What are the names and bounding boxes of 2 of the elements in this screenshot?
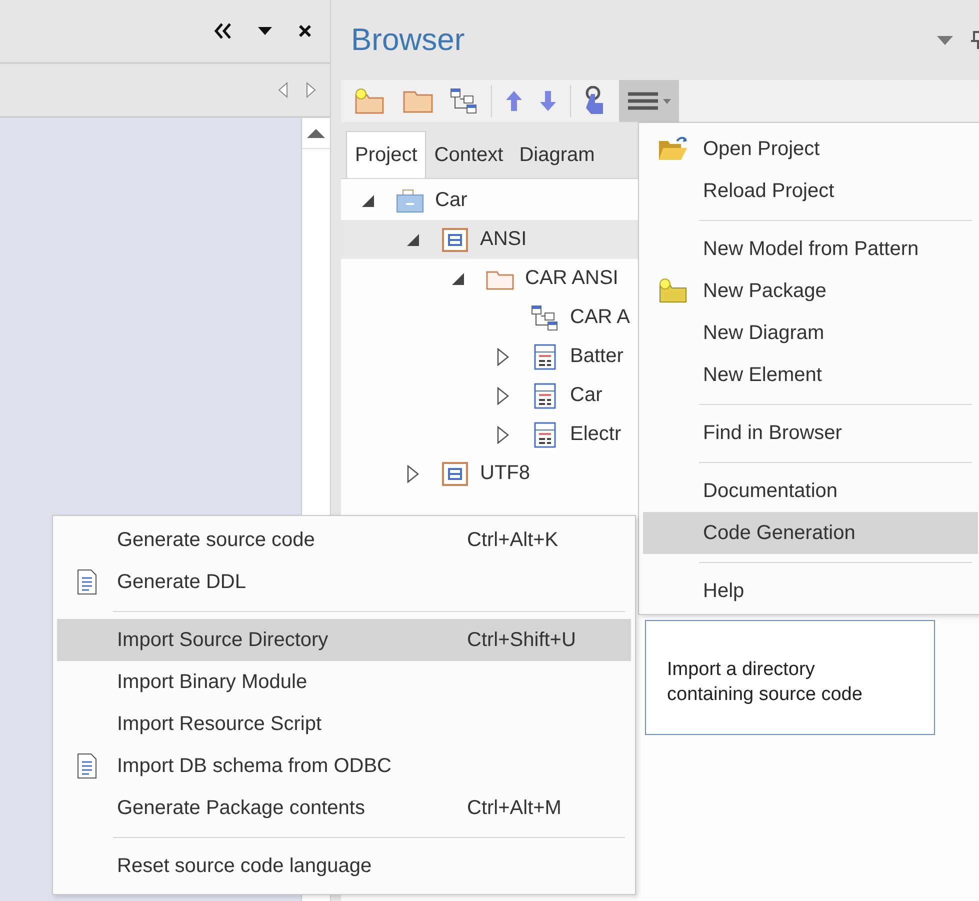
panel-title: Browser — [350, 22, 465, 58]
tooltip: Import a directory containing source code — [645, 620, 935, 735]
